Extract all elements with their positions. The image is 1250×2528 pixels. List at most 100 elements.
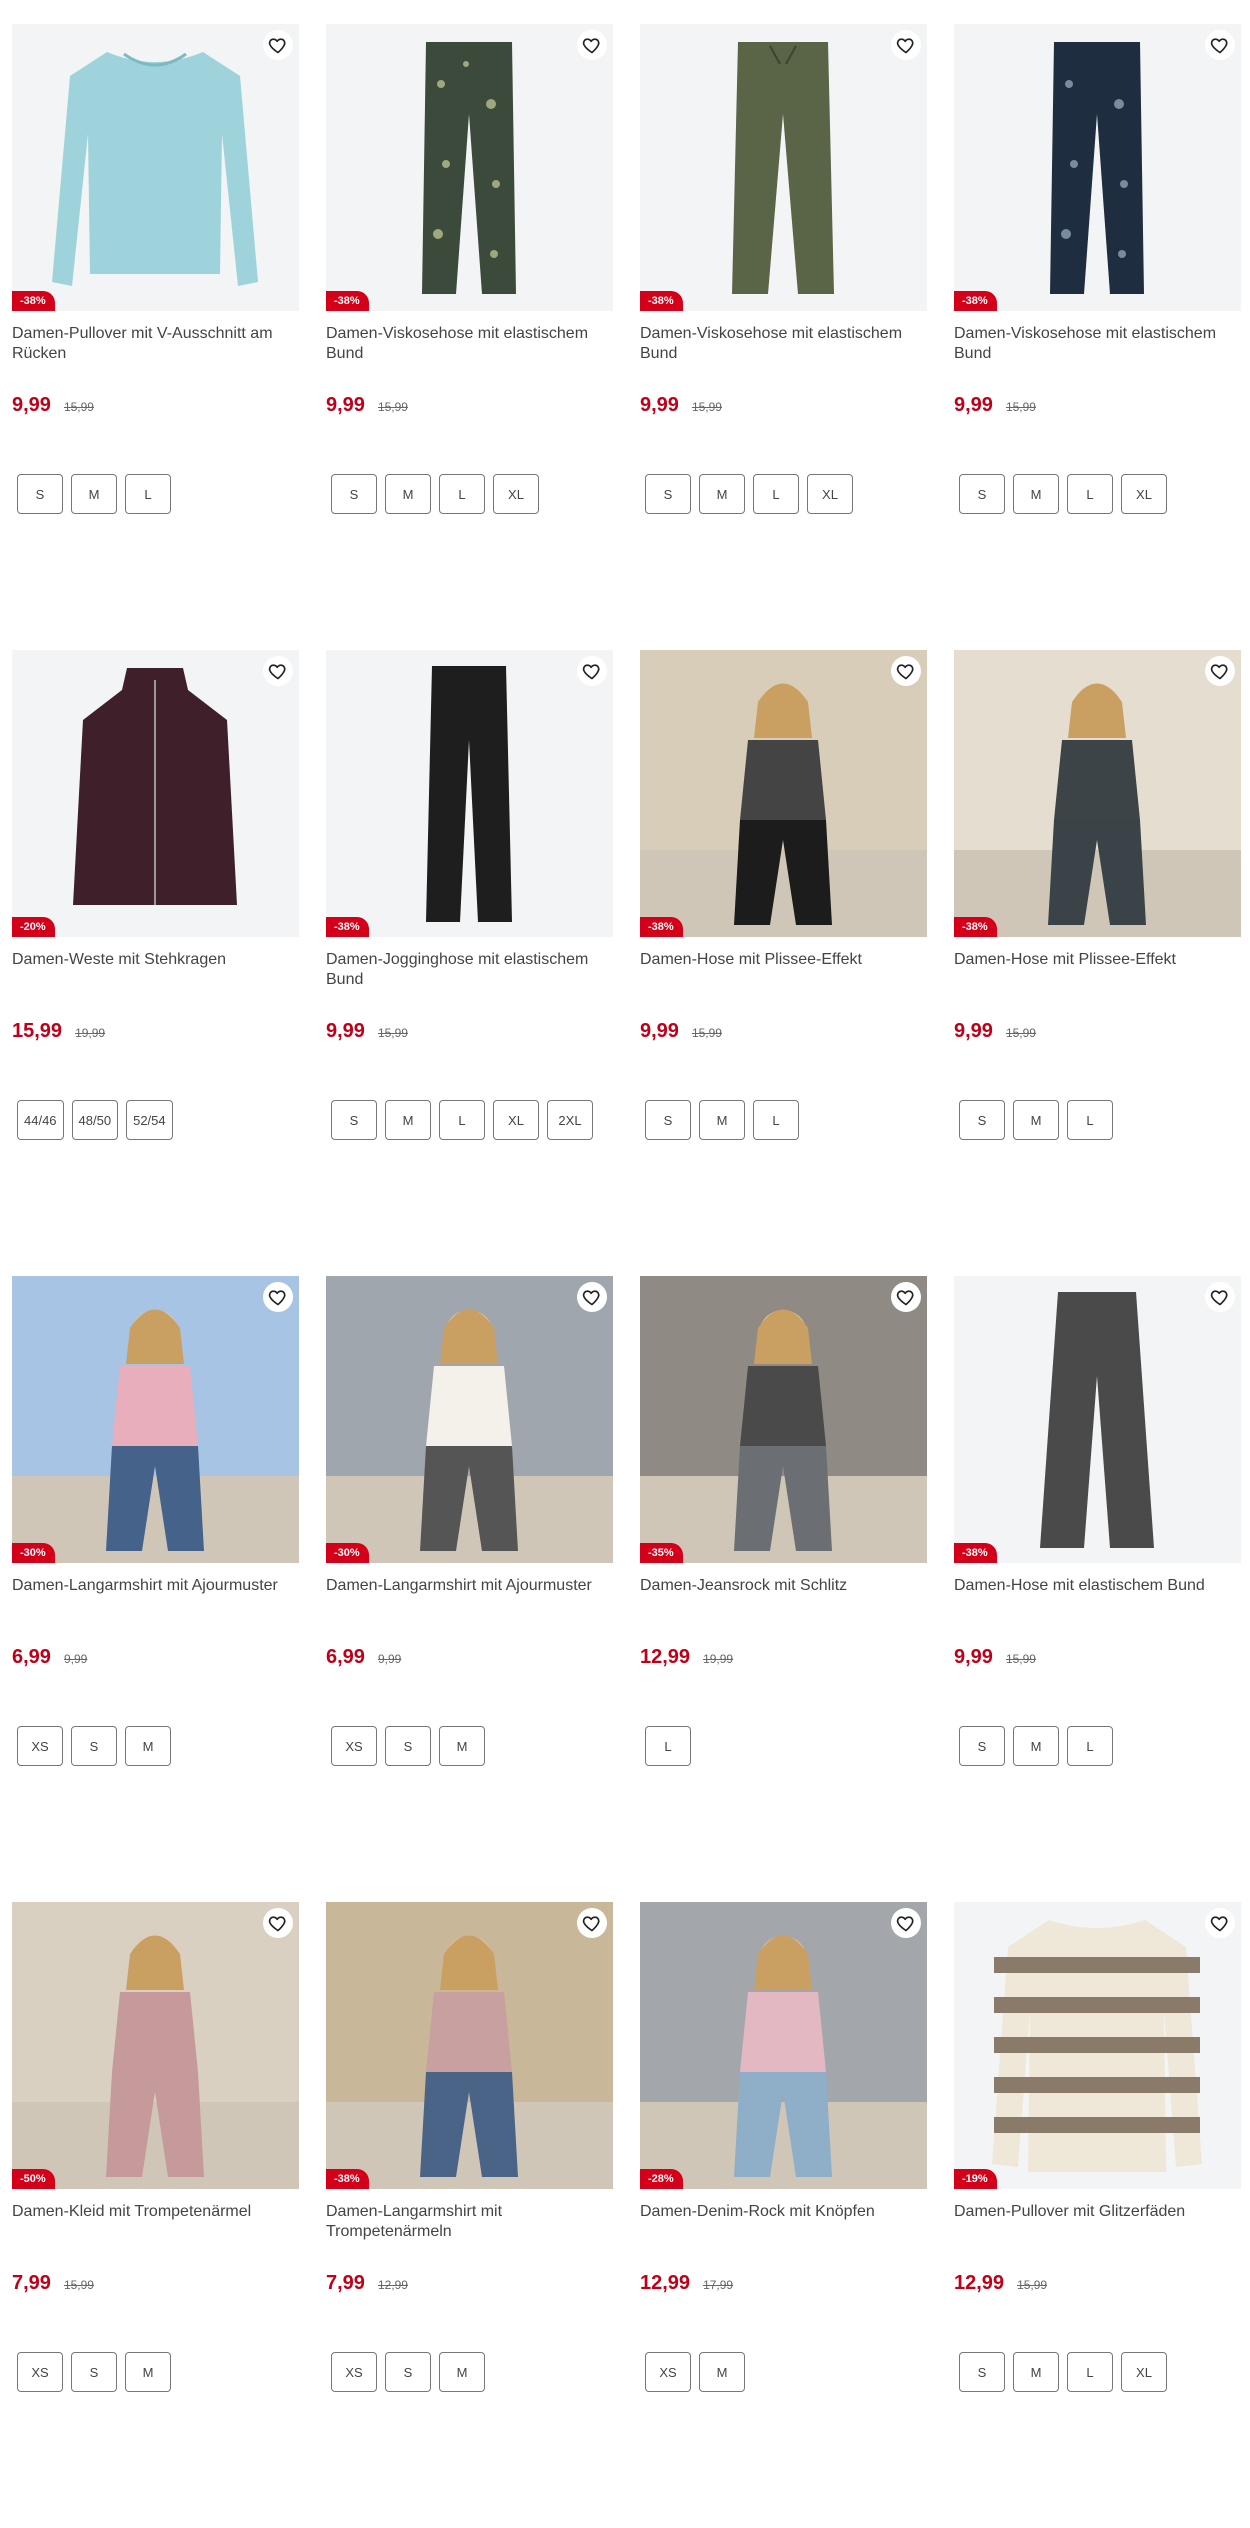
size-option-s[interactable]: S <box>71 1726 117 1766</box>
product-title[interactable]: Damen-Langarmshirt mit Ajourmuster <box>326 1576 613 1616</box>
size-option-m[interactable]: M <box>125 1726 171 1766</box>
product-image-model-pink-top[interactable]: -30% <box>12 1276 299 1563</box>
product-card[interactable]: -38% Damen-Viskosehose mit elastischem B… <box>640 24 927 650</box>
size-option-l[interactable]: L <box>1067 474 1113 514</box>
product-image-patterned-pants-navy[interactable]: -38% <box>954 24 1241 311</box>
size-option-s[interactable]: S <box>959 2352 1005 2392</box>
favorite-button[interactable] <box>577 30 607 60</box>
product-title[interactable]: Damen-Viskosehose mit elastischem Bund <box>640 324 927 364</box>
product-card[interactable]: -38% Damen-Langarmshirt mit Trompetenärm… <box>326 1902 613 2528</box>
size-option-s[interactable]: S <box>959 1100 1005 1140</box>
size-option-xl[interactable]: XL <box>1121 2352 1167 2392</box>
product-card[interactable]: -38% Damen-Jogginghose mit elastischem B… <box>326 650 613 1276</box>
size-option-l[interactable]: L <box>439 474 485 514</box>
size-option-m[interactable]: M <box>439 1726 485 1766</box>
size-option-m[interactable]: M <box>385 474 431 514</box>
product-title[interactable]: Damen-Langarmshirt mit Ajourmuster <box>12 1576 299 1616</box>
favorite-button[interactable] <box>891 656 921 686</box>
size-option-m[interactable]: M <box>1013 474 1059 514</box>
size-option-xs[interactable]: XS <box>17 1726 63 1766</box>
size-option-l[interactable]: L <box>753 1100 799 1140</box>
product-title[interactable]: Damen-Jogginghose mit elastischem Bund <box>326 950 613 990</box>
product-image-black-joggers[interactable]: -38% <box>326 650 613 937</box>
product-card[interactable]: -30% Damen-Langarmshirt mit Ajourmuster … <box>326 1276 613 1902</box>
product-image-model-floral-dress[interactable]: -50% <box>12 1902 299 2189</box>
size-option-m[interactable]: M <box>1013 1100 1059 1140</box>
product-image-model-denim-button-skirt[interactable]: -28% <box>640 1902 927 2189</box>
size-option-s[interactable]: S <box>17 474 63 514</box>
favorite-button[interactable] <box>263 30 293 60</box>
size-option-m[interactable]: M <box>1013 1726 1059 1766</box>
size-option-l[interactable]: L <box>645 1726 691 1766</box>
product-card[interactable]: -38% Damen-Hose mit elastischem Bund 9,9… <box>954 1276 1241 1902</box>
product-title[interactable]: Damen-Viskosehose mit elastischem Bund <box>954 324 1241 364</box>
size-option-s[interactable]: S <box>385 1726 431 1766</box>
product-image-olive-pants[interactable]: -38% <box>640 24 927 311</box>
size-option-xs[interactable]: XS <box>645 2352 691 2392</box>
favorite-button[interactable] <box>577 1908 607 1938</box>
size-option-m[interactable]: M <box>699 1100 745 1140</box>
product-title[interactable]: Damen-Hose mit Plissee-Effekt <box>954 950 1241 990</box>
favorite-button[interactable] <box>263 1908 293 1938</box>
size-option-m[interactable]: M <box>439 2352 485 2392</box>
product-image-striped-sweater[interactable]: -19% <box>954 1902 1241 2189</box>
size-option-xl[interactable]: XL <box>493 474 539 514</box>
product-card[interactable]: -30% Damen-Langarmshirt mit Ajourmuster … <box>12 1276 299 1902</box>
size-option-s[interactable]: S <box>959 474 1005 514</box>
favorite-button[interactable] <box>891 1282 921 1312</box>
product-card[interactable]: -38% Damen-Pullover mit V-Ausschnitt am … <box>12 24 299 650</box>
size-option-48-50[interactable]: 48/50 <box>71 1100 119 1140</box>
product-image-model-white-top[interactable]: -30% <box>326 1276 613 1563</box>
size-option-xs[interactable]: XS <box>331 2352 377 2392</box>
product-title[interactable]: Damen-Hose mit Plissee-Effekt <box>640 950 927 990</box>
size-option-m[interactable]: M <box>125 2352 171 2392</box>
size-option-xs[interactable]: XS <box>17 2352 63 2392</box>
product-image-light-blue-sweater[interactable]: -38% <box>12 24 299 311</box>
favorite-button[interactable] <box>263 656 293 686</box>
size-option-52-54[interactable]: 52/54 <box>126 1100 173 1140</box>
product-card[interactable]: -38% Damen-Viskosehose mit elastischem B… <box>326 24 613 650</box>
product-title[interactable]: Damen-Kleid mit Trompetenärmel <box>12 2202 299 2242</box>
product-title[interactable]: Damen-Jeansrock mit Schlitz <box>640 1576 927 1616</box>
favorite-button[interactable] <box>1205 1908 1235 1938</box>
product-image-model-pleated-pants-black[interactable]: -38% <box>640 650 927 937</box>
size-option-l[interactable]: L <box>125 474 171 514</box>
size-option-m[interactable]: M <box>385 1100 431 1140</box>
product-card[interactable]: -38% Damen-Viskosehose mit elastischem B… <box>954 24 1241 650</box>
product-image-model-pleated-pants-grey[interactable]: -38% <box>954 650 1241 937</box>
product-title[interactable]: Damen-Langarmshirt mit Trompetenärmeln <box>326 2202 613 2242</box>
product-card[interactable]: -50% Damen-Kleid mit Trompetenärmel 7,99… <box>12 1902 299 2528</box>
product-title[interactable]: Damen-Denim-Rock mit Knöpfen <box>640 2202 927 2242</box>
product-card[interactable]: -28% Damen-Denim-Rock mit Knöpfen 12,99 … <box>640 1902 927 2528</box>
favorite-button[interactable] <box>1205 656 1235 686</box>
size-option-l[interactable]: L <box>1067 1726 1113 1766</box>
size-option-2xl[interactable]: 2XL <box>547 1100 593 1140</box>
size-option-m[interactable]: M <box>71 474 117 514</box>
product-card[interactable]: -20% Damen-Weste mit Stehkragen 15,99 19… <box>12 650 299 1276</box>
product-card[interactable]: -19% Damen-Pullover mit Glitzerfäden 12,… <box>954 1902 1241 2528</box>
product-image-burgundy-vest[interactable]: -20% <box>12 650 299 937</box>
size-option-l[interactable]: L <box>439 1100 485 1140</box>
product-title[interactable]: Damen-Weste mit Stehkragen <box>12 950 299 990</box>
size-option-xl[interactable]: XL <box>493 1100 539 1140</box>
size-option-l[interactable]: L <box>1067 1100 1113 1140</box>
size-option-s[interactable]: S <box>385 2352 431 2392</box>
size-option-xl[interactable]: XL <box>1121 474 1167 514</box>
size-option-m[interactable]: M <box>699 2352 745 2392</box>
size-option-m[interactable]: M <box>1013 2352 1059 2392</box>
product-title[interactable]: Damen-Viskosehose mit elastischem Bund <box>326 324 613 364</box>
size-option-s[interactable]: S <box>645 474 691 514</box>
favorite-button[interactable] <box>1205 1282 1235 1312</box>
size-option-xl[interactable]: XL <box>807 474 853 514</box>
product-title[interactable]: Damen-Pullover mit Glitzerfäden <box>954 2202 1241 2242</box>
product-image-model-denim-skirt[interactable]: -35% <box>640 1276 927 1563</box>
size-option-xs[interactable]: XS <box>331 1726 377 1766</box>
size-option-m[interactable]: M <box>699 474 745 514</box>
product-card[interactable]: -38% Damen-Hose mit Plissee-Effekt 9,99 … <box>640 650 927 1276</box>
product-card[interactable]: -35% Damen-Jeansrock mit Schlitz 12,99 1… <box>640 1276 927 1902</box>
product-image-patterned-pants-green[interactable]: -38% <box>326 24 613 311</box>
size-option-s[interactable]: S <box>331 474 377 514</box>
favorite-button[interactable] <box>1205 30 1235 60</box>
favorite-button[interactable] <box>263 1282 293 1312</box>
size-option-l[interactable]: L <box>1067 2352 1113 2392</box>
